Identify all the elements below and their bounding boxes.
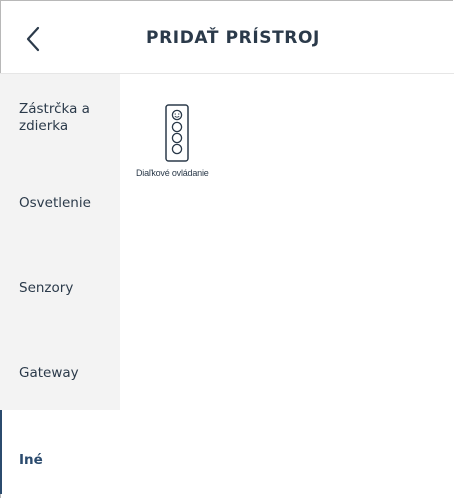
sidebar-item-sensors[interactable]: Senzory xyxy=(0,242,120,326)
active-indicator xyxy=(0,410,2,494)
sidebar-item-label: Senzory xyxy=(19,280,74,296)
device-tile-remote[interactable]: Diaľkové ovládanie xyxy=(136,100,220,184)
sidebar-item-gateway[interactable]: Gateway xyxy=(0,326,120,410)
sidebar-item-lighting[interactable]: Osvetlenie xyxy=(0,158,120,242)
sidebar-item-label: Osvetlenie xyxy=(19,195,91,211)
sidebar-item-label: Iné xyxy=(19,452,43,468)
device-label: Diaľkové ovládanie xyxy=(136,168,209,178)
header: PRIDAŤ PRÍSTROJ xyxy=(0,0,454,74)
sidebar-item-plugs[interactable]: Zástrčka a zdierka xyxy=(0,74,120,158)
category-sidebar: Zástrčka a zdierka Osvetlenie Senzory Ga… xyxy=(0,74,120,499)
remote-control-icon xyxy=(165,104,189,162)
page-title: PRIDAŤ PRÍSTROJ xyxy=(146,28,320,48)
sidebar-item-label: Zástrčka a zdierka xyxy=(19,101,90,134)
sidebar-item-other[interactable]: Iné xyxy=(0,410,120,494)
sidebar-item-label: Gateway xyxy=(19,365,79,381)
